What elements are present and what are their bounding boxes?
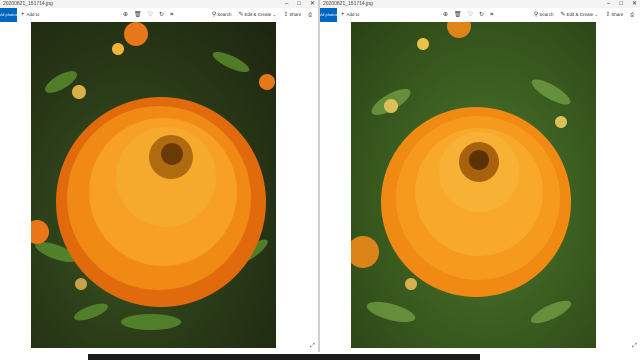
image-tools: ⊕ 🗑 ♡ ↻ ⌗ xyxy=(123,8,173,22)
search-icon: ⚲ xyxy=(533,12,539,18)
plus-icon: + xyxy=(341,12,345,18)
edit-icon: ✎ xyxy=(238,12,244,18)
edit-create-label: Edit & Create ⌄ xyxy=(566,12,599,17)
share-label: Share xyxy=(289,12,302,17)
add-to-label: Add to xyxy=(346,12,360,17)
marigold-image xyxy=(31,22,275,330)
maximize-icon[interactable]: □ xyxy=(297,0,301,8)
add-to-button[interactable]: + Add to xyxy=(21,8,40,22)
all-photos-button[interactable]: All photos xyxy=(0,8,17,22)
crop-icon[interactable]: ⌗ xyxy=(170,8,173,22)
photos-window-left: 20200821_151714.jpg – □ ✕ All photos + Ad… xyxy=(0,0,318,352)
delete-icon[interactable]: 🗑 xyxy=(454,8,462,22)
window-title: 20200821_151714.jpg xyxy=(3,1,53,7)
edit-icon: ✎ xyxy=(560,12,566,18)
edit-create-button[interactable]: ✎Edit & Create ⌄ xyxy=(561,8,599,22)
toolbar-right: ⚲Search ✎Edit & Create ⌄ ⇪Share ⎙ xyxy=(534,8,634,22)
toolbar-right: ⚲Search ✎Edit & Create ⌄ ⇪Share ⎙ xyxy=(212,8,312,22)
zoom-icon[interactable]: ⊕ xyxy=(123,8,128,22)
resize-icon[interactable]: ⤢ xyxy=(310,343,315,350)
search-button[interactable]: ⚲Search xyxy=(212,8,232,22)
close-icon[interactable]: ✕ xyxy=(310,0,315,8)
share-label: Share xyxy=(611,12,624,17)
edit-create-label: Edit & Create ⌄ xyxy=(244,12,277,17)
marigold-image xyxy=(351,22,572,324)
maximize-icon[interactable]: □ xyxy=(619,0,623,8)
all-photos-button[interactable]: All photos xyxy=(320,8,337,22)
heart-icon[interactable]: ♡ xyxy=(468,8,473,22)
share-button[interactable]: ⇪Share xyxy=(605,8,623,22)
photo-marigold-soft xyxy=(351,22,596,348)
minimize-icon[interactable]: – xyxy=(607,0,610,8)
photos-window-right: 20200821_151714.jpg – □ ✕ All photos + Ad… xyxy=(320,0,640,352)
image-tools: ⊕ 🗑 ♡ ↻ ⌗ xyxy=(443,8,493,22)
plus-icon: + xyxy=(21,12,25,18)
search-label: Search xyxy=(539,12,554,17)
search-label: Search xyxy=(217,12,232,17)
edit-create-button[interactable]: ✎Edit & Create ⌄ xyxy=(239,8,277,22)
delete-icon[interactable]: 🗑 xyxy=(134,8,142,22)
window-controls: – □ ✕ xyxy=(607,0,637,8)
add-to-button[interactable]: + Add to xyxy=(341,8,360,22)
search-button[interactable]: ⚲Search xyxy=(534,8,554,22)
window-title: 20200821_151714.jpg xyxy=(323,1,373,7)
title-bar: 20200821_151714.jpg – □ ✕ xyxy=(320,0,640,8)
print-icon[interactable]: ⎙ xyxy=(630,8,634,22)
search-icon: ⚲ xyxy=(211,12,217,18)
toolbar: All photos + Add to ⊕ 🗑 ♡ ↻ ⌗ ⚲Search ✎Ed… xyxy=(320,8,640,22)
minimize-icon[interactable]: – xyxy=(285,0,288,8)
resize-icon[interactable]: ⤢ xyxy=(632,343,637,350)
share-icon: ⇪ xyxy=(605,12,611,18)
close-icon[interactable]: ✕ xyxy=(632,0,637,8)
add-to-label: Add to xyxy=(26,12,40,17)
taskbar-apps xyxy=(88,354,480,360)
share-icon: ⇪ xyxy=(283,12,289,18)
rotate-icon[interactable]: ↻ xyxy=(159,8,164,22)
share-button[interactable]: ⇪Share xyxy=(283,8,301,22)
zoom-icon[interactable]: ⊕ xyxy=(443,8,448,22)
print-icon[interactable]: ⎙ xyxy=(308,8,312,22)
crop-icon[interactable]: ⌗ xyxy=(490,8,493,22)
title-bar: 20200821_151714.jpg – □ ✕ xyxy=(0,0,318,8)
photo-marigold-sharp xyxy=(31,22,276,348)
toolbar: All photos + Add to ⊕ 🗑 ♡ ↻ ⌗ ⚲Search ✎Ed… xyxy=(0,8,318,22)
window-controls: – □ ✕ xyxy=(285,0,315,8)
rotate-icon[interactable]: ↻ xyxy=(479,8,484,22)
heart-icon[interactable]: ♡ xyxy=(148,8,153,22)
